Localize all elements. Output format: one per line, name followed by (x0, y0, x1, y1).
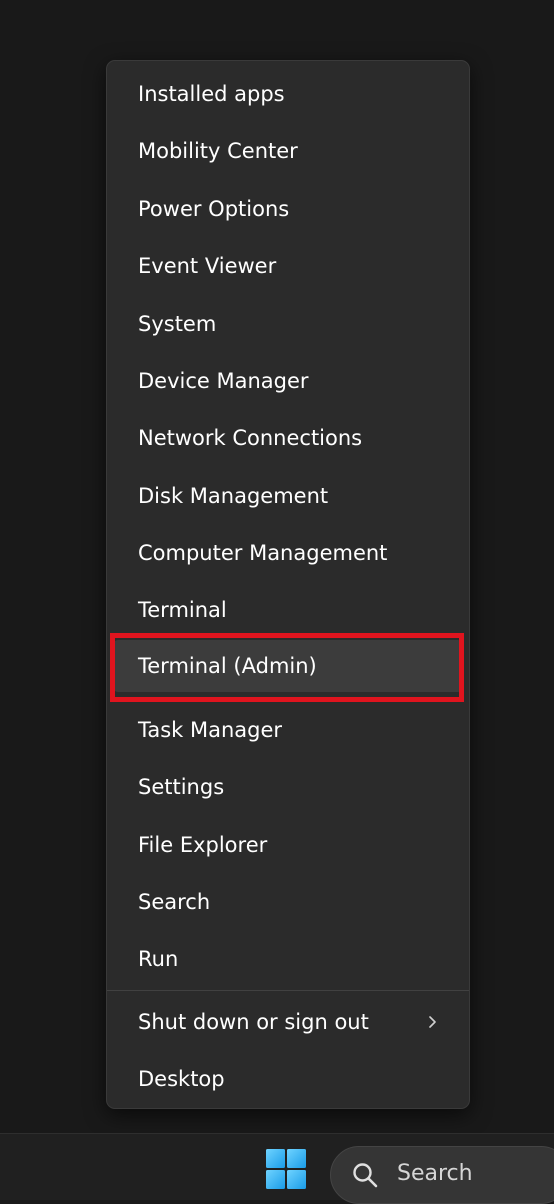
menu-item-computer-management[interactable]: Computer Management (113, 527, 463, 579)
menu-item-label: Network Connections (138, 426, 363, 450)
quick-link-menu: Installed apps Mobility Center Power Opt… (106, 60, 470, 1109)
search-label: Search (397, 1161, 473, 1186)
menu-item-event-viewer[interactable]: Event Viewer (113, 240, 463, 292)
taskbar: Search (0, 1133, 554, 1204)
menu-item-system[interactable]: System (113, 298, 463, 350)
chevron-right-icon (429, 1016, 436, 1028)
menu-item-task-manager[interactable]: Task Manager (113, 704, 463, 756)
menu-item-settings[interactable]: Settings (113, 761, 463, 813)
windows-logo-icon (266, 1149, 306, 1189)
menu-item-label: Event Viewer (138, 254, 277, 278)
menu-item-search[interactable]: Search (113, 876, 463, 928)
menu-item-label: Search (138, 890, 211, 914)
menu-item-label: File Explorer (138, 833, 268, 857)
menu-item-label: Installed apps (138, 82, 285, 106)
menu-item-network-connections[interactable]: Network Connections (113, 412, 463, 464)
menu-item-disk-management[interactable]: Disk Management (113, 470, 463, 522)
menu-item-label: Shut down or sign out (138, 1010, 369, 1034)
menu-item-terminal-admin[interactable]: Terminal (Admin) (113, 640, 463, 692)
menu-item-label: Terminal (138, 598, 227, 622)
menu-item-mobility-center[interactable]: Mobility Center (113, 125, 463, 177)
menu-item-label: Disk Management (138, 484, 329, 508)
menu-item-terminal[interactable]: Terminal (113, 584, 463, 636)
menu-divider (107, 990, 469, 991)
menu-item-label: Power Options (138, 197, 290, 221)
menu-item-label: System (138, 312, 217, 336)
menu-item-power-options[interactable]: Power Options (113, 183, 463, 235)
menu-item-label: Device Manager (138, 369, 309, 393)
menu-item-installed-apps[interactable]: Installed apps (113, 68, 463, 120)
menu-item-label: Terminal (Admin) (138, 654, 317, 678)
taskbar-search-box[interactable]: Search (330, 1146, 554, 1204)
menu-item-label: Task Manager (138, 718, 283, 742)
menu-item-label: Computer Management (138, 541, 388, 565)
menu-item-file-explorer[interactable]: File Explorer (113, 819, 463, 871)
start-button[interactable] (255, 1144, 317, 1194)
menu-item-label: Settings (138, 775, 225, 799)
menu-item-label: Mobility Center (138, 139, 298, 163)
menu-item-label: Desktop (138, 1067, 225, 1091)
menu-item-label: Run (138, 947, 179, 971)
menu-item-desktop[interactable]: Desktop (113, 1053, 463, 1105)
menu-item-device-manager[interactable]: Device Manager (113, 355, 463, 407)
menu-item-shut-down-or-sign-out[interactable]: Shut down or sign out (113, 996, 463, 1048)
search-icon (353, 1163, 378, 1188)
menu-item-run[interactable]: Run (113, 933, 463, 985)
